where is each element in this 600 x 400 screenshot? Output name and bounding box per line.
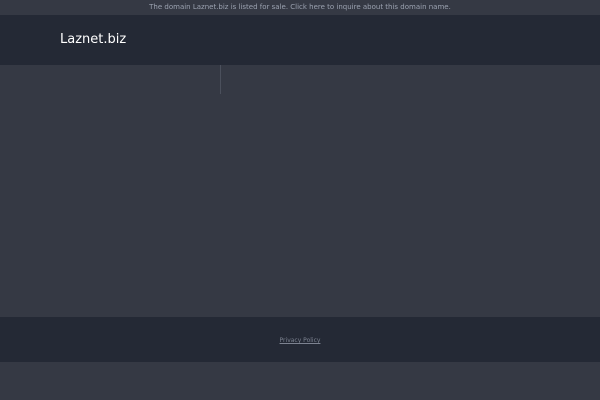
main-content-area [0, 65, 600, 317]
page-bottom-background [0, 362, 600, 400]
vertical-divider [220, 65, 221, 94]
site-footer: Privacy Policy [0, 317, 600, 362]
domain-sale-banner[interactable]: The domain Laznet.biz is listed for sale… [0, 0, 600, 15]
privacy-policy-link[interactable]: Privacy Policy [0, 337, 600, 345]
site-title[interactable]: Laznet.biz [60, 31, 126, 49]
site-header: Laznet.biz [0, 15, 600, 65]
